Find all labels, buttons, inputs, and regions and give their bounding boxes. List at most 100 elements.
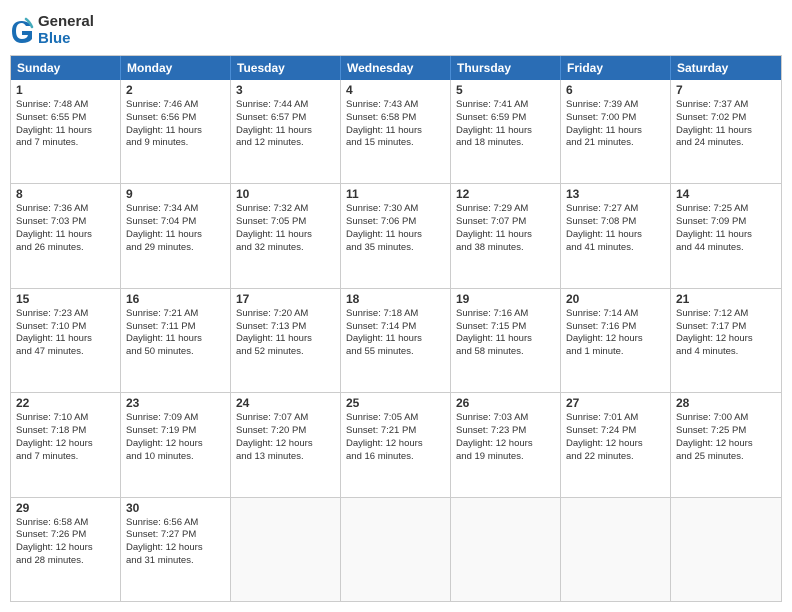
calendar-cell-day-10: 10Sunrise: 7:32 AMSunset: 7:05 PMDayligh… xyxy=(231,184,341,287)
day-number: 3 xyxy=(236,83,335,97)
cell-info: Sunrise: 7:20 AMSunset: 7:13 PMDaylight:… xyxy=(236,308,335,359)
day-number: 11 xyxy=(346,187,445,201)
calendar-cell-day-25: 25Sunrise: 7:05 AMSunset: 7:21 PMDayligh… xyxy=(341,393,451,496)
cell-info: Sunrise: 7:25 AMSunset: 7:09 PMDaylight:… xyxy=(676,203,776,254)
cell-info: Sunrise: 7:27 AMSunset: 7:08 PMDaylight:… xyxy=(566,203,665,254)
calendar-cell-day-3: 3 Sunrise: 7:44 AMSunset: 6:57 PMDaylight… xyxy=(231,80,341,183)
day-number: 20 xyxy=(566,292,665,306)
calendar-cell-day-4: 4 Sunrise: 7:43 AMSunset: 6:58 PMDaylight… xyxy=(341,80,451,183)
day-number: 13 xyxy=(566,187,665,201)
calendar-cell-day-30: 30 Sunrise: 6:56 AMSunset: 7:27 PMDayligh… xyxy=(121,498,231,601)
day-number: 30 xyxy=(126,501,225,515)
calendar-week-1: 1 Sunrise: 7:48 AMSunset: 6:55 PMDaylight… xyxy=(11,80,781,184)
day-number: 1 xyxy=(16,83,115,97)
logo-text: General Blue xyxy=(38,14,94,47)
calendar-cell-day-9: 9Sunrise: 7:34 AMSunset: 7:04 PMDaylight… xyxy=(121,184,231,287)
day-number: 9 xyxy=(126,187,225,201)
calendar-cell-day-22: 22Sunrise: 7:10 AMSunset: 7:18 PMDayligh… xyxy=(11,393,121,496)
day-number: 6 xyxy=(566,83,665,97)
cell-info: Sunrise: 6:58 AMSunset: 7:26 PMDaylight:… xyxy=(16,517,115,568)
cell-info: Sunrise: 7:14 AMSunset: 7:16 PMDaylight:… xyxy=(566,308,665,359)
day-number: 12 xyxy=(456,187,555,201)
day-number: 28 xyxy=(676,396,776,410)
calendar-cell-day-15: 15 Sunrise: 7:23 AMSunset: 7:10 PMDayligh… xyxy=(11,289,121,392)
day-number: 29 xyxy=(16,501,115,515)
day-number: 24 xyxy=(236,396,335,410)
calendar-cell-day-8: 8Sunrise: 7:36 AMSunset: 7:03 PMDaylight… xyxy=(11,184,121,287)
cell-info: Sunrise: 7:37 AMSunset: 7:02 PMDaylight:… xyxy=(676,99,776,150)
calendar-cell-day-20: 20 Sunrise: 7:14 AMSunset: 7:16 PMDayligh… xyxy=(561,289,671,392)
cell-info: Sunrise: 7:03 AMSunset: 7:23 PMDaylight:… xyxy=(456,412,555,463)
day-header-monday: Monday xyxy=(121,56,231,80)
calendar-cell-day-1: 1 Sunrise: 7:48 AMSunset: 6:55 PMDaylight… xyxy=(11,80,121,183)
calendar-header: SundayMondayTuesdayWednesdayThursdayFrid… xyxy=(11,56,781,80)
cell-info: Sunrise: 7:44 AMSunset: 6:57 PMDaylight:… xyxy=(236,99,335,150)
cell-info: Sunrise: 7:00 AMSunset: 7:25 PMDaylight:… xyxy=(676,412,776,463)
logo: General Blue xyxy=(10,14,94,47)
cell-info: Sunrise: 7:36 AMSunset: 7:03 PMDaylight:… xyxy=(16,203,115,254)
cell-info: Sunrise: 7:10 AMSunset: 7:18 PMDaylight:… xyxy=(16,412,115,463)
day-number: 21 xyxy=(676,292,776,306)
day-number: 4 xyxy=(346,83,445,97)
calendar-cell-empty xyxy=(451,498,561,601)
calendar-cell-day-18: 18 Sunrise: 7:18 AMSunset: 7:14 PMDayligh… xyxy=(341,289,451,392)
calendar-week-5: 29 Sunrise: 6:58 AMSunset: 7:26 PMDayligh… xyxy=(11,498,781,601)
cell-info: Sunrise: 7:30 AMSunset: 7:06 PMDaylight:… xyxy=(346,203,445,254)
calendar-week-4: 22Sunrise: 7:10 AMSunset: 7:18 PMDayligh… xyxy=(11,393,781,497)
cell-info: Sunrise: 7:43 AMSunset: 6:58 PMDaylight:… xyxy=(346,99,445,150)
day-number: 17 xyxy=(236,292,335,306)
day-header-wednesday: Wednesday xyxy=(341,56,451,80)
calendar-cell-day-29: 29 Sunrise: 6:58 AMSunset: 7:26 PMDayligh… xyxy=(11,498,121,601)
calendar-cell-day-23: 23 Sunrise: 7:09 AMSunset: 7:19 PMDayligh… xyxy=(121,393,231,496)
cell-info: Sunrise: 7:41 AMSunset: 6:59 PMDaylight:… xyxy=(456,99,555,150)
calendar-cell-day-28: 28 Sunrise: 7:00 AMSunset: 7:25 PMDayligh… xyxy=(671,393,781,496)
day-number: 25 xyxy=(346,396,445,410)
calendar-week-2: 8Sunrise: 7:36 AMSunset: 7:03 PMDaylight… xyxy=(11,184,781,288)
calendar-cell-day-24: 24 Sunrise: 7:07 AMSunset: 7:20 PMDayligh… xyxy=(231,393,341,496)
calendar-cell-day-6: 6 Sunrise: 7:39 AMSunset: 7:00 PMDaylight… xyxy=(561,80,671,183)
calendar-cell-day-13: 13 Sunrise: 7:27 AMSunset: 7:08 PMDayligh… xyxy=(561,184,671,287)
calendar: SundayMondayTuesdayWednesdayThursdayFrid… xyxy=(10,55,782,602)
day-number: 19 xyxy=(456,292,555,306)
day-number: 27 xyxy=(566,396,665,410)
day-number: 7 xyxy=(676,83,776,97)
calendar-body: 1 Sunrise: 7:48 AMSunset: 6:55 PMDaylight… xyxy=(11,80,781,601)
cell-info: Sunrise: 7:18 AMSunset: 7:14 PMDaylight:… xyxy=(346,308,445,359)
cell-info: Sunrise: 7:21 AMSunset: 7:11 PMDaylight:… xyxy=(126,308,225,359)
calendar-cell-empty xyxy=(671,498,781,601)
cell-info: Sunrise: 7:48 AMSunset: 6:55 PMDaylight:… xyxy=(16,99,115,150)
calendar-cell-day-26: 26Sunrise: 7:03 AMSunset: 7:23 PMDayligh… xyxy=(451,393,561,496)
cell-info: Sunrise: 7:29 AMSunset: 7:07 PMDaylight:… xyxy=(456,203,555,254)
day-number: 15 xyxy=(16,292,115,306)
day-number: 23 xyxy=(126,396,225,410)
cell-info: Sunrise: 7:07 AMSunset: 7:20 PMDaylight:… xyxy=(236,412,335,463)
calendar-cell-day-16: 16 Sunrise: 7:21 AMSunset: 7:11 PMDayligh… xyxy=(121,289,231,392)
logo-icon xyxy=(10,17,34,45)
calendar-cell-day-11: 11 Sunrise: 7:30 AMSunset: 7:06 PMDayligh… xyxy=(341,184,451,287)
cell-info: Sunrise: 7:12 AMSunset: 7:17 PMDaylight:… xyxy=(676,308,776,359)
calendar-cell-day-19: 19Sunrise: 7:16 AMSunset: 7:15 PMDayligh… xyxy=(451,289,561,392)
day-number: 5 xyxy=(456,83,555,97)
calendar-cell-day-7: 7 Sunrise: 7:37 AMSunset: 7:02 PMDaylight… xyxy=(671,80,781,183)
day-header-tuesday: Tuesday xyxy=(231,56,341,80)
day-number: 14 xyxy=(676,187,776,201)
cell-info: Sunrise: 7:09 AMSunset: 7:19 PMDaylight:… xyxy=(126,412,225,463)
calendar-cell-day-17: 17 Sunrise: 7:20 AMSunset: 7:13 PMDayligh… xyxy=(231,289,341,392)
day-number: 18 xyxy=(346,292,445,306)
cell-info: Sunrise: 7:39 AMSunset: 7:00 PMDaylight:… xyxy=(566,99,665,150)
day-header-sunday: Sunday xyxy=(11,56,121,80)
header: General Blue xyxy=(10,10,782,47)
day-header-thursday: Thursday xyxy=(451,56,561,80)
day-header-friday: Friday xyxy=(561,56,671,80)
cell-info: Sunrise: 7:23 AMSunset: 7:10 PMDaylight:… xyxy=(16,308,115,359)
cell-info: Sunrise: 6:56 AMSunset: 7:27 PMDaylight:… xyxy=(126,517,225,568)
day-number: 16 xyxy=(126,292,225,306)
cell-info: Sunrise: 7:46 AMSunset: 6:56 PMDaylight:… xyxy=(126,99,225,150)
calendar-cell-day-21: 21 Sunrise: 7:12 AMSunset: 7:17 PMDayligh… xyxy=(671,289,781,392)
calendar-week-3: 15 Sunrise: 7:23 AMSunset: 7:10 PMDayligh… xyxy=(11,289,781,393)
page-container: General Blue SundayMondayTuesdayWednesda… xyxy=(0,0,792,612)
cell-info: Sunrise: 7:32 AMSunset: 7:05 PMDaylight:… xyxy=(236,203,335,254)
calendar-cell-empty xyxy=(231,498,341,601)
calendar-cell-day-14: 14 Sunrise: 7:25 AMSunset: 7:09 PMDayligh… xyxy=(671,184,781,287)
day-header-saturday: Saturday xyxy=(671,56,781,80)
